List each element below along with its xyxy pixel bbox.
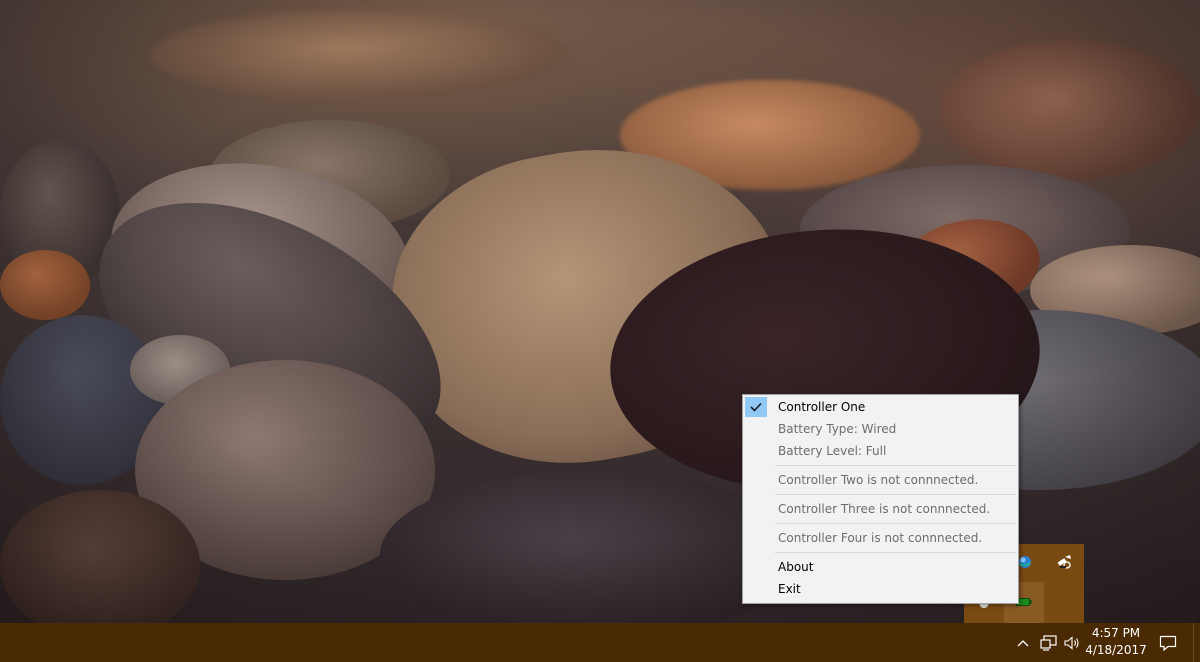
chevron-up-icon[interactable] (1014, 633, 1032, 653)
menu-separator (775, 494, 1016, 495)
menu-item-about[interactable]: About (743, 556, 1018, 578)
menu-separator (775, 552, 1016, 553)
network-icon[interactable] (1038, 633, 1060, 653)
show-desktop-button[interactable] (1193, 623, 1200, 662)
menu-item-exit[interactable]: Exit (743, 578, 1018, 600)
menu-item-label: Exit (778, 582, 801, 596)
menu-item-label: Controller Three is not connnected. (778, 502, 991, 516)
menu-item-label: Controller Four is not connnected. (778, 531, 983, 545)
menu-item-label: Controller One (778, 400, 866, 414)
menu-item-battery-level: Battery Level: Full (743, 440, 1018, 462)
satellite-icon[interactable] (1054, 552, 1074, 572)
menu-item-label: Controller Two is not connnected. (778, 473, 979, 487)
notification-icon[interactable] (1157, 633, 1179, 653)
menu-separator (775, 465, 1016, 466)
menu-separator (775, 523, 1016, 524)
menu-item-label: Battery Type: Wired (778, 422, 897, 436)
clock-time: 4:57 PM (1091, 626, 1141, 640)
wallpaper-vignette (0, 0, 1200, 623)
clock-date: 4/18/2017 (1085, 643, 1147, 657)
menu-item-label: Battery Level: Full (778, 444, 887, 458)
menu-item-controller-four: Controller Four is not connnected. (743, 527, 1018, 549)
controller-context-menu: Controller One Battery Type: Wired Batte… (742, 394, 1019, 604)
volume-icon[interactable] (1062, 633, 1082, 653)
taskbar-clock[interactable]: 4:57 PM 4/18/2017 (1084, 625, 1148, 661)
menu-item-battery-type: Battery Type: Wired (743, 418, 1018, 440)
menu-item-controller-one[interactable]: Controller One (743, 396, 1018, 418)
menu-item-controller-two: Controller Two is not connnected. (743, 469, 1018, 491)
menu-item-controller-three: Controller Three is not connnected. (743, 498, 1018, 520)
checkmark-icon (745, 397, 767, 417)
desktop-wallpaper[interactable] (0, 0, 1200, 623)
taskbar: 4:57 PM 4/18/2017 (0, 623, 1200, 662)
menu-item-label: About (778, 560, 814, 574)
